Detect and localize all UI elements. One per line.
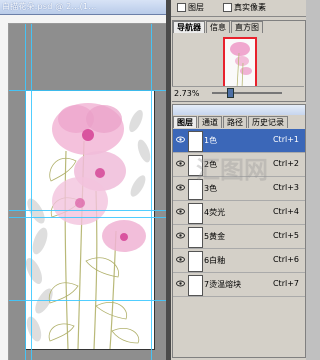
tab-layers[interactable]: 图层 [173, 116, 197, 128]
guide-line[interactable] [151, 24, 152, 360]
vertical-ruler[interactable] [0, 23, 9, 360]
navigator-thumbnail[interactable] [223, 37, 257, 91]
layer-row[interactable]: 4荧光 Ctrl+4 [173, 201, 305, 225]
layer-thumbnail[interactable] [188, 227, 203, 248]
tab-channels[interactable]: 通道 [198, 116, 222, 128]
eye-icon[interactable] [176, 280, 185, 287]
flower-illustration [26, 103, 151, 349]
layers-panel-tabs: 图层 通道 路径 历史记录 [173, 116, 289, 128]
watermark-text: 汇图网 [196, 156, 268, 184]
layers-panel-titlebar[interactable] [173, 105, 305, 115]
tab-history[interactable]: 历史记录 [248, 116, 288, 128]
document-title-bar[interactable]: 白描花朵.psd @ 2...(1... [0, 0, 166, 15]
layer-shortcut: Ctrl+2 [272, 159, 299, 168]
layer-shortcut: Ctrl+5 [272, 231, 299, 240]
layer-name: 1色 [204, 136, 218, 145]
layer-shortcut: Ctrl+1 [272, 135, 299, 144]
tab-paths[interactable]: 路径 [223, 116, 247, 128]
layer-thumbnail[interactable] [188, 203, 203, 224]
document-title: 白描花朵.psd @ 2...(1... [2, 2, 97, 11]
checkbox-label: 图层 [188, 3, 204, 12]
navigator-tabs: 导航器 信息 直方图 [173, 21, 264, 33]
layer-name: 5黄金 [204, 232, 226, 241]
navigator-preview [225, 39, 255, 89]
options-bar: 图层 真实像素 [171, 0, 306, 17]
eye-icon[interactable] [176, 136, 185, 143]
guide-line[interactable] [9, 210, 166, 211]
zoom-slider-handle[interactable] [227, 88, 234, 98]
layer-row[interactable]: 7烫温熔块 Ctrl+7 [173, 273, 305, 297]
checkbox-icon[interactable] [177, 3, 186, 12]
layer-name: 6白釉 [204, 256, 226, 265]
zoom-value[interactable]: 2.73% [174, 89, 199, 98]
layer-name: 4荧光 [204, 208, 226, 217]
guide-line[interactable] [9, 300, 166, 301]
actual-pixels-option[interactable]: 真实像素 [223, 3, 266, 12]
eye-icon[interactable] [176, 256, 185, 263]
checkbox-icon[interactable] [223, 3, 232, 12]
layer-name: 7烫温熔块 [204, 280, 242, 289]
tab-histogram[interactable]: 直方图 [231, 21, 263, 33]
layers-panel: 图层 通道 路径 历史记录 1色 Ctrl+1 2色 Ctrl+2 3色 Ctrl+3 4荧… [172, 104, 306, 358]
layer-shortcut: Ctrl+7 [272, 279, 299, 288]
zoom-slider-track[interactable] [212, 92, 282, 94]
eye-icon[interactable] [176, 184, 185, 191]
guide-line[interactable] [25, 24, 26, 360]
layer-shortcut: Ctrl+6 [272, 255, 299, 264]
layer-row[interactable]: 6白釉 Ctrl+6 [173, 249, 305, 273]
guide-line[interactable] [9, 217, 166, 218]
layer-shortcut: Ctrl+3 [272, 183, 299, 192]
layer-thumbnail[interactable] [188, 275, 203, 296]
checkbox-label: 真实像素 [234, 3, 266, 12]
eye-icon[interactable] [176, 232, 185, 239]
horizontal-ruler[interactable] [0, 15, 166, 24]
eye-icon[interactable] [176, 160, 185, 167]
layer-row[interactable]: 5黄金 Ctrl+5 [173, 225, 305, 249]
artwork-canvas[interactable] [25, 90, 155, 350]
layer-thumbnail[interactable] [188, 131, 203, 152]
guide-line[interactable] [9, 90, 166, 91]
layer-thumbnail[interactable] [188, 251, 203, 272]
navigator-zoom-bar: 2.73% [172, 86, 304, 101]
document-window[interactable]: 白描花朵.psd @ 2...(1... [0, 0, 166, 360]
eye-icon[interactable] [176, 208, 185, 215]
guide-line[interactable] [31, 24, 32, 360]
layer-checkbox-option[interactable]: 图层 [177, 3, 204, 12]
tab-navigator[interactable]: 导航器 [173, 21, 205, 33]
layer-shortcut: Ctrl+4 [272, 207, 299, 216]
tab-info[interactable]: 信息 [206, 21, 230, 33]
